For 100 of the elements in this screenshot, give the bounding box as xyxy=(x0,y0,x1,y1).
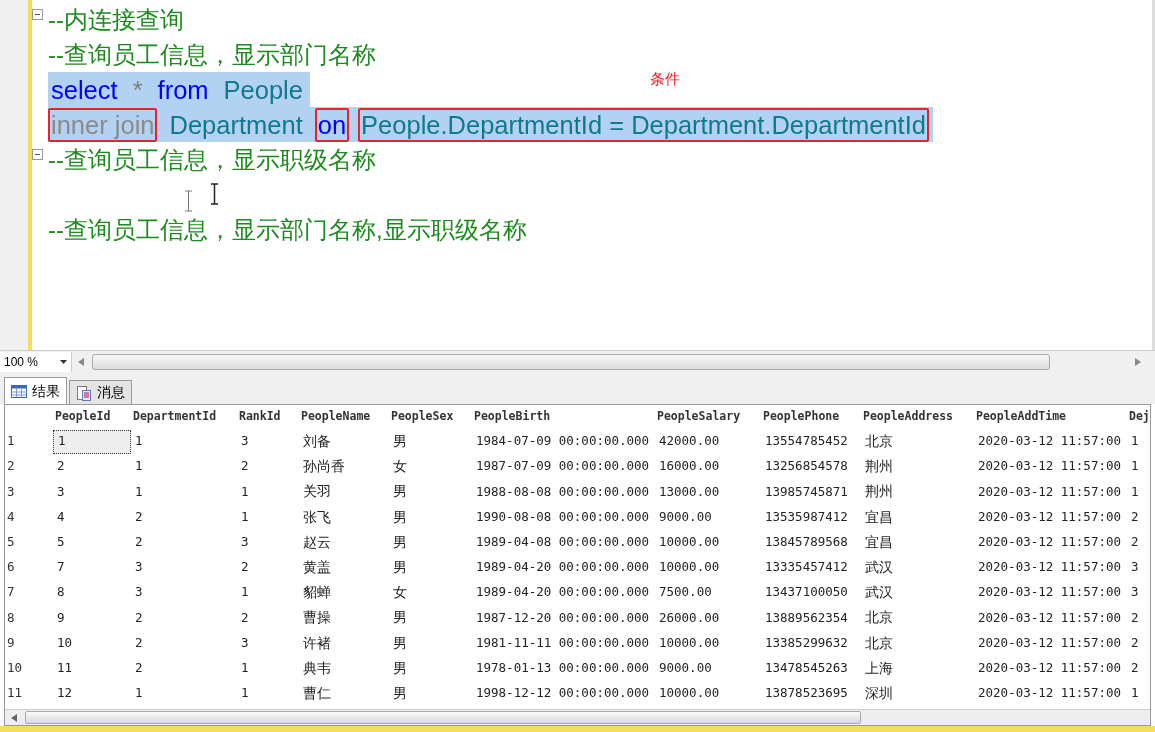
table-cell-text: 9 xyxy=(56,608,66,627)
table-cell-text: 1984-07-09 00:00:00.000 xyxy=(475,432,651,451)
column-header[interactable]: PeopleBirth xyxy=(472,408,655,426)
column-header[interactable]: PeopleId xyxy=(53,408,131,426)
scroll-right-icon[interactable] xyxy=(1135,357,1141,366)
column-header[interactable]: PeopleSalary xyxy=(655,408,761,426)
code-token: inner join xyxy=(48,107,158,142)
code-comment: --查询员工信息，显示部门名称,显示职级名称 xyxy=(48,214,527,245)
zoom-dropdown[interactable]: 100 % xyxy=(0,351,72,372)
table-cell-text: 1989-04-20 00:00:00.000 xyxy=(475,583,651,602)
table-cell-text: 典韦 xyxy=(302,658,332,678)
table-cell-text: 10000.00 xyxy=(658,633,721,652)
table-cell-text: 7500.00 xyxy=(658,583,713,602)
dropdown-caret-icon xyxy=(60,359,67,364)
table-cell-text: 2 xyxy=(134,507,144,526)
horizontal-scrollbar-thumb[interactable] xyxy=(92,353,1050,370)
column-header[interactable]: RankId xyxy=(237,408,299,426)
table-cell-text: 男 xyxy=(392,558,408,578)
table-cell-text: 13437100050 xyxy=(764,583,849,602)
row-number[interactable]: 1 xyxy=(5,432,53,451)
row-number[interactable]: 7 xyxy=(5,583,53,603)
scroll-left-icon[interactable] xyxy=(78,357,84,366)
table-cell-text: 42000.00 xyxy=(658,432,721,451)
table-cell-text: 1 xyxy=(240,507,250,526)
table-cell-text: 3 xyxy=(134,558,144,577)
table-cell-text: 26000.00 xyxy=(658,608,721,627)
row-number[interactable]: 6 xyxy=(5,558,53,577)
row-number[interactable]: 4 xyxy=(5,507,53,527)
table-cell-text: 2020-03-12 11:57:00 xyxy=(977,658,1122,677)
table-cell-text: 1998-12-12 00:00:00.000 xyxy=(475,684,651,703)
column-header[interactable]: Dej xyxy=(1127,408,1150,426)
table-cell-text: 荆州 xyxy=(864,457,894,477)
table-cell-text: 2020-03-12 11:57:00 xyxy=(977,684,1122,703)
table-cell-text: 北京 xyxy=(864,633,894,653)
table-cell-text: 1 xyxy=(1130,457,1140,476)
table-cell-text: 13878523695 xyxy=(764,684,849,703)
table-cell-text: 13889562354 xyxy=(764,608,849,627)
table-cell-text: 1989-04-08 00:00:00.000 xyxy=(475,532,651,551)
table-cell-text: 13535987412 xyxy=(764,507,849,526)
table-cell-text: 女 xyxy=(392,457,408,477)
table-cell-text: 7 xyxy=(56,558,66,577)
code-token: * xyxy=(131,74,144,106)
table-cell-text: 2 xyxy=(134,608,144,627)
code-editor[interactable]: --内连接查询 --查询员工信息，显示部门名称 select * from People inner join Department on People.DepartmentId = Department.DepartmentId --查询员工信息，显示职级名称 --查询员工信息，显示部门名称,显示职级名称 条件 xyxy=(0,0,1155,350)
collapse-icon[interactable] xyxy=(32,9,43,20)
code-token: from xyxy=(156,74,210,106)
row-number[interactable]: 2 xyxy=(5,457,53,477)
code-token: People.DepartmentId = Department.DepartmentId xyxy=(358,107,929,142)
column-header[interactable]: PeopleSex xyxy=(389,408,472,426)
code-comment: --内连接查询 xyxy=(48,4,184,35)
table-cell-text: 2 xyxy=(56,457,66,476)
result-tab[interactable]: 结果 xyxy=(4,377,67,404)
table-cell-text: 1 xyxy=(240,583,250,602)
table-cell-text: 13554785452 xyxy=(764,432,849,451)
table-cell-text: 10000.00 xyxy=(658,558,721,577)
table-cell-text: 赵云 xyxy=(302,532,332,552)
table-cell-text: 北京 xyxy=(864,432,894,452)
table-cell-text: 2 xyxy=(1130,633,1140,652)
table-cell-text: 9000.00 xyxy=(658,658,713,677)
row-number[interactable]: 5 xyxy=(5,532,53,552)
table-cell-text: 2020-03-12 11:57:00 xyxy=(977,633,1122,652)
table-cell-text: 曹仁 xyxy=(302,683,332,703)
scroll-left-icon[interactable] xyxy=(11,713,17,722)
table-cell-text: 1988-08-08 00:00:00.000 xyxy=(475,482,651,501)
row-number[interactable]: 9 xyxy=(5,633,53,653)
table-cell-text: 张飞 xyxy=(302,507,332,527)
table-cell-text: 武汉 xyxy=(864,583,894,603)
table-cell-text: 2 xyxy=(134,633,144,652)
table-cell-text: 13335457412 xyxy=(764,558,849,577)
column-header[interactable]: DepartmentId xyxy=(131,408,237,426)
table-cell-text: 宜昌 xyxy=(864,507,894,527)
text-cursor-icon xyxy=(184,190,193,212)
row-number[interactable]: 11 xyxy=(5,684,53,703)
table-cell-text: 男 xyxy=(392,532,408,552)
text-cursor-icon xyxy=(210,183,219,205)
row-number[interactable]: 10 xyxy=(5,658,53,678)
table-cell-text: 1 xyxy=(134,457,144,476)
column-header[interactable]: PeopleAddTime xyxy=(974,408,1127,426)
table-cell-text: 2 xyxy=(1130,507,1140,526)
column-header[interactable]: PeopleAddress xyxy=(861,408,974,426)
table-cell-text: 16000.00 xyxy=(658,457,721,476)
row-number[interactable]: 3 xyxy=(5,482,53,502)
table-cell-text: 1987-07-09 00:00:00.000 xyxy=(475,457,651,476)
grid-icon xyxy=(11,384,27,398)
table-cell-text: 13845789568 xyxy=(764,532,849,551)
table-cell-text: 9000.00 xyxy=(658,507,713,526)
result-tab[interactable]: 消息 xyxy=(69,380,132,404)
collapse-icon[interactable] xyxy=(32,149,43,160)
column-header[interactable]: PeopleName xyxy=(299,408,389,426)
table-cell-text: 3 xyxy=(1130,583,1140,602)
table-cell-text: 2 xyxy=(1130,658,1140,677)
table-cell-text: 女 xyxy=(392,583,408,603)
table-cell-text: 10000.00 xyxy=(658,684,721,703)
table-cell-text: 男 xyxy=(392,683,408,703)
row-number[interactable]: 8 xyxy=(5,608,53,628)
table-cell-text: 1 xyxy=(134,432,144,451)
horizontal-scrollbar-thumb[interactable] xyxy=(25,711,861,724)
table-cell-text: 貂蝉 xyxy=(302,583,332,603)
column-header[interactable]: PeoplePhone xyxy=(761,408,861,426)
table-cell-text: 许褚 xyxy=(302,633,332,653)
